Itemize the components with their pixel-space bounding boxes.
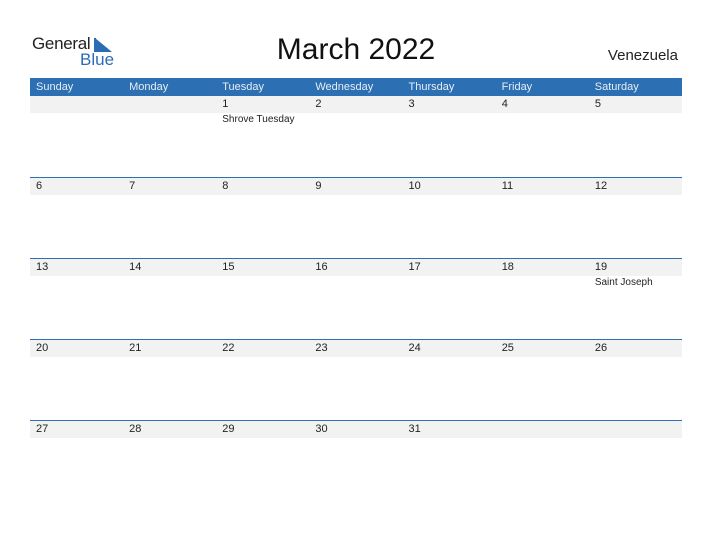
day-number: 14 xyxy=(129,261,142,273)
day-cell xyxy=(496,421,589,502)
weekday-thursday: Thursday xyxy=(408,81,455,93)
day-cell: 12 xyxy=(589,178,682,259)
day-cell: 10 xyxy=(403,178,496,259)
day-cell: 17 xyxy=(403,259,496,340)
day-cell xyxy=(589,421,682,502)
day-cell: 29 xyxy=(216,421,309,502)
day-number: 10 xyxy=(408,180,421,192)
day-cell: 18 xyxy=(496,259,589,340)
day-cell: 13 xyxy=(30,259,123,340)
day-number: 20 xyxy=(36,342,49,354)
day-number: 25 xyxy=(501,342,514,354)
day-cell: 22 xyxy=(216,340,309,421)
day-number: 1 xyxy=(222,98,229,110)
day-number: 28 xyxy=(129,423,142,435)
week-row: 13 14 15 16 17 18 19 Saint Joseph xyxy=(30,258,682,340)
day-cell: 23 xyxy=(309,340,402,421)
day-number: 5 xyxy=(594,98,601,110)
day-cell: 14 xyxy=(123,259,216,340)
day-number: 23 xyxy=(315,342,328,354)
day-number: 11 xyxy=(501,180,514,192)
day-cell xyxy=(123,96,216,177)
day-number: 19 xyxy=(594,261,608,273)
day-number: 21 xyxy=(129,342,142,354)
day-cell: 21 xyxy=(123,340,216,421)
day-cell: 7 xyxy=(123,178,216,259)
weekday-wednesday: Wednesday xyxy=(315,81,374,93)
day-cell: 20 xyxy=(30,340,123,421)
day-cell: 30 xyxy=(309,421,402,502)
weekday-monday: Monday xyxy=(129,81,169,93)
day-cell: 28 xyxy=(123,421,216,502)
day-number: 7 xyxy=(129,180,136,192)
day-number: 18 xyxy=(501,261,514,273)
day-number: 12 xyxy=(594,180,608,192)
day-cell: 5 xyxy=(589,96,682,177)
weekday-sunday: Sunday xyxy=(36,81,74,93)
day-number: 17 xyxy=(408,261,421,273)
day-number: 13 xyxy=(36,261,49,273)
day-cell: 1 Shrove Tuesday xyxy=(216,96,309,177)
day-number: 29 xyxy=(222,423,235,435)
week-row: 27 28 29 30 31 xyxy=(30,420,682,502)
day-number: 31 xyxy=(408,423,421,435)
day-number: 24 xyxy=(408,342,421,354)
day-cell: 2 xyxy=(309,96,402,177)
holiday-label: Saint Joseph xyxy=(594,277,653,288)
day-cell: 24 xyxy=(403,340,496,421)
day-number: 9 xyxy=(315,180,322,192)
day-cell: 6 xyxy=(30,178,123,259)
day-number: 6 xyxy=(36,180,43,192)
day-cell: 15 xyxy=(216,259,309,340)
day-cell xyxy=(30,96,123,177)
week-row: 1 Shrove Tuesday 2 3 4 5 xyxy=(30,96,682,177)
week-row: 6 7 8 9 10 11 12 xyxy=(30,177,682,259)
day-number: 4 xyxy=(501,98,508,110)
day-cell: 8 xyxy=(216,178,309,259)
day-number: 22 xyxy=(222,342,235,354)
week-row: 20 21 22 23 24 25 26 xyxy=(30,339,682,421)
day-number: 15 xyxy=(222,261,235,273)
day-cell: 31 xyxy=(403,421,496,502)
day-cell: 16 xyxy=(309,259,402,340)
day-number: 16 xyxy=(315,261,328,273)
day-cell: 25 xyxy=(496,340,589,421)
weekday-saturday: Saturday xyxy=(594,81,639,93)
weekday-tuesday: Tuesday xyxy=(222,81,265,93)
day-cell: 11 xyxy=(496,178,589,259)
day-number: 2 xyxy=(315,98,322,110)
day-cell: 3 xyxy=(403,96,496,177)
day-cell: 19 Saint Joseph xyxy=(589,259,682,340)
weekday-friday: Friday xyxy=(501,81,533,93)
day-cell: 26 xyxy=(589,340,682,421)
day-number: 8 xyxy=(222,180,229,192)
day-cell: 4 xyxy=(496,96,589,177)
country-label: Venezuela xyxy=(607,47,678,64)
page-title: March 2022 xyxy=(276,33,436,66)
weekday-header: Sunday Monday Tuesday Wednesday Thursday… xyxy=(30,78,682,96)
day-number: 26 xyxy=(594,342,608,354)
day-number: 27 xyxy=(36,423,49,435)
day-number: 3 xyxy=(408,98,415,110)
holiday-label: Shrove Tuesday xyxy=(222,114,295,125)
day-number: 30 xyxy=(315,423,328,435)
day-cell: 27 xyxy=(30,421,123,502)
day-cell: 9 xyxy=(309,178,402,259)
